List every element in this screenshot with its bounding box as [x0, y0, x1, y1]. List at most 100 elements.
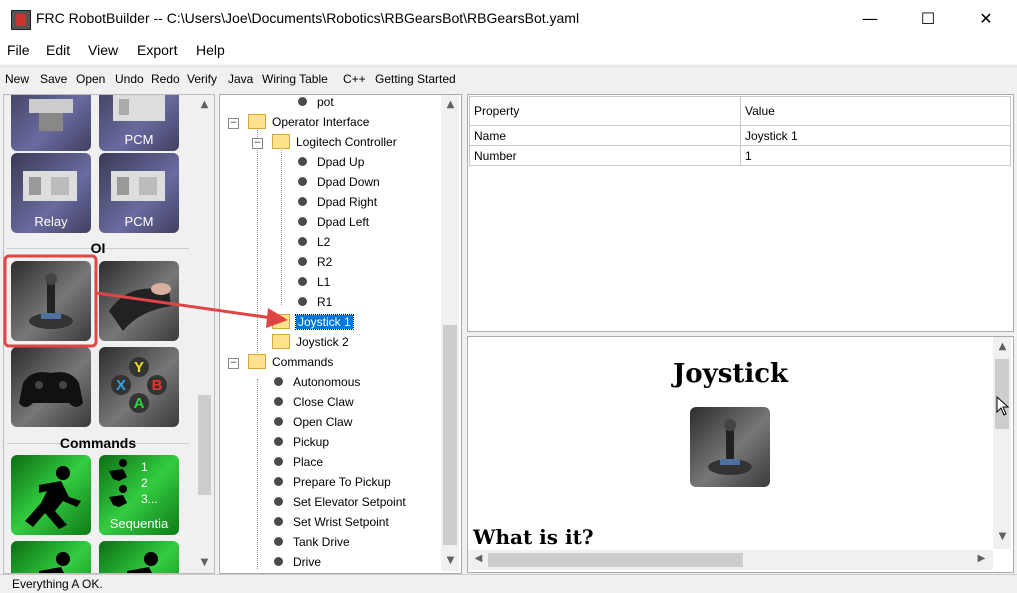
tree-item-close-claw[interactable]: Close Claw — [274, 393, 354, 411]
palette-tile-command-4[interactable] — [99, 541, 179, 573]
help-vscroll-thumb[interactable] — [995, 359, 1009, 429]
palette-tile-command-group[interactable]: 1 2 3... Sequentia — [99, 455, 179, 535]
status-text: Everything A OK. — [12, 577, 103, 591]
open-button[interactable]: Open — [76, 72, 105, 86]
menu-edit[interactable]: Edit — [46, 42, 70, 58]
scroll-right-icon[interactable]: ▶ — [973, 553, 990, 564]
scroll-down-icon[interactable]: ▼ — [442, 555, 459, 566]
minimize-button[interactable]: — — [841, 0, 899, 38]
tree-item-drive[interactable]: Drive — [274, 553, 321, 571]
tree-item-pickup[interactable]: Pickup — [274, 433, 329, 451]
java-button[interactable]: Java — [228, 72, 253, 86]
command-icon — [274, 557, 283, 567]
menu-file[interactable]: File — [7, 42, 30, 58]
tree-item-tank-drive[interactable]: Tank Drive — [274, 533, 350, 551]
palette-scroll-thumb[interactable] — [198, 395, 211, 495]
scroll-down-icon[interactable]: ▼ — [994, 531, 1011, 542]
help-horizontal-scrollbar[interactable]: ◀ ▶ — [468, 550, 993, 570]
cursor-icon — [996, 396, 1010, 416]
menu-help[interactable]: Help — [196, 42, 225, 58]
help-vertical-scrollbar[interactable]: ▲ ▼ — [993, 337, 1011, 549]
tree-item-set-elevator-setpoint[interactable]: Set Elevator Setpoint — [274, 493, 406, 511]
menu-export[interactable]: Export — [137, 42, 177, 58]
command-icon — [274, 457, 283, 467]
tree-item-dpad-left[interactable]: Dpad Left — [298, 213, 369, 231]
menu-view[interactable]: View — [88, 42, 118, 58]
tree-item-dpad-down[interactable]: Dpad Down — [298, 173, 380, 191]
palette-tile-command[interactable] — [11, 455, 91, 535]
property-value-cell[interactable]: 1 — [740, 145, 1011, 166]
tree-item-commands[interactable]: Commands — [248, 353, 333, 371]
properties-table: Property Value Name Joystick 1 Number 1 — [467, 94, 1014, 332]
palette-tile-solenoid[interactable] — [11, 95, 91, 151]
tree-item-joystick-1[interactable]: Joystick 1 — [272, 313, 354, 331]
tree-item-l1[interactable]: L1 — [298, 273, 330, 291]
getting-started-button[interactable]: Getting Started — [375, 72, 456, 86]
palette-tile-gamepad-buttons[interactable]: Y X B A — [99, 347, 179, 427]
tree-item-place[interactable]: Place — [274, 453, 323, 471]
undo-button[interactable]: Undo — [115, 72, 144, 86]
app-icon — [11, 10, 31, 30]
close-button[interactable]: ✕ — [957, 0, 1015, 38]
command-icon — [274, 437, 283, 447]
gamepad-x-label: X — [116, 377, 126, 394]
tree-scrollbar[interactable]: ▲ ▼ — [441, 95, 459, 571]
property-column-header[interactable]: Property — [469, 96, 741, 126]
palette-tile-pcm[interactable]: PCM — [99, 95, 179, 151]
palette-tile-joystick-button[interactable] — [99, 261, 179, 341]
save-button[interactable]: Save — [40, 72, 67, 86]
menu-bar: File Edit View Export Help — [0, 38, 1017, 64]
tree-item-dpad-right[interactable]: Dpad Right — [298, 193, 377, 211]
palette-tile-joystick[interactable] — [11, 261, 91, 341]
tree-item-autonomous[interactable]: Autonomous — [274, 373, 360, 391]
tree-item-operator-interface[interactable]: Operator Interface — [248, 113, 369, 131]
tree-item-set-wrist-setpoint[interactable]: Set Wrist Setpoint — [274, 513, 389, 531]
sequence-line-3: 3... — [141, 492, 158, 506]
palette-tile-gamepad[interactable] — [11, 347, 91, 427]
toolbar: New Save Open Undo Redo Verify Java Wiri… — [0, 66, 1017, 91]
collapse-icon[interactable]: − — [228, 118, 239, 129]
tree-scroll-thumb[interactable] — [443, 325, 457, 545]
robot-tree: pot − Operator Interface − Logitech Cont… — [219, 94, 462, 574]
command-icon — [274, 537, 283, 547]
scroll-down-icon[interactable]: ▼ — [196, 557, 213, 568]
tree-item-l2[interactable]: L2 — [298, 233, 330, 251]
scroll-up-icon[interactable]: ▲ — [994, 341, 1011, 352]
wiring-table-button[interactable]: Wiring Table — [262, 72, 328, 86]
verify-button[interactable]: Verify — [187, 72, 217, 86]
cpp-button[interactable]: C++ — [343, 72, 366, 86]
palette-tile-pcm-2[interactable]: PCM — [99, 153, 179, 233]
scroll-up-icon[interactable]: ▲ — [442, 99, 459, 110]
status-bar: Everything A OK. — [0, 574, 1017, 593]
title-bar: FRC RobotBuilder -- C:\Users\Joe\Documen… — [0, 0, 1017, 38]
help-panel: Joystick What is it? ▲ ▼ ◀ ▶ — [467, 336, 1014, 573]
redo-button[interactable]: Redo — [151, 72, 180, 86]
value-column-header[interactable]: Value — [740, 96, 1011, 126]
palette-panel: PCM Relay PCM OI Y X B A Commands 1 2 3.… — [3, 94, 215, 574]
maximize-button[interactable]: ☐ — [899, 0, 957, 38]
oi-section-label: OI — [90, 240, 106, 256]
command-icon — [274, 417, 283, 427]
palette-scrollbar[interactable]: ▲ ▼ — [196, 95, 213, 573]
tree-item-logitech-controller[interactable]: Logitech Controller — [272, 133, 397, 151]
help-hscroll-thumb[interactable] — [488, 553, 743, 567]
scroll-left-icon[interactable]: ◀ — [470, 553, 487, 564]
tree-item-prepare-to-pickup[interactable]: Prepare To Pickup — [274, 473, 391, 491]
collapse-icon[interactable]: − — [252, 138, 263, 149]
property-value-cell[interactable]: Joystick 1 — [740, 125, 1011, 146]
palette-tile-relay[interactable]: Relay — [11, 153, 91, 233]
palette-tile-command-3[interactable] — [11, 541, 91, 573]
button-icon — [298, 277, 307, 287]
new-button[interactable]: New — [5, 72, 29, 86]
tree-item-pot[interactable]: pot — [298, 95, 334, 111]
tree-item-dpad-up[interactable]: Dpad Up — [298, 153, 364, 171]
folder-icon — [272, 334, 290, 350]
folder-icon — [272, 314, 290, 330]
scroll-up-icon[interactable]: ▲ — [196, 99, 213, 110]
tree-item-joystick-2[interactable]: Joystick 2 — [272, 333, 349, 351]
tree-item-open-claw[interactable]: Open Claw — [274, 413, 352, 431]
collapse-icon[interactable]: − — [228, 358, 239, 369]
tree-item-r2[interactable]: R2 — [298, 253, 332, 271]
joystick-icon — [708, 419, 752, 475]
tree-item-r1[interactable]: R1 — [298, 293, 332, 311]
